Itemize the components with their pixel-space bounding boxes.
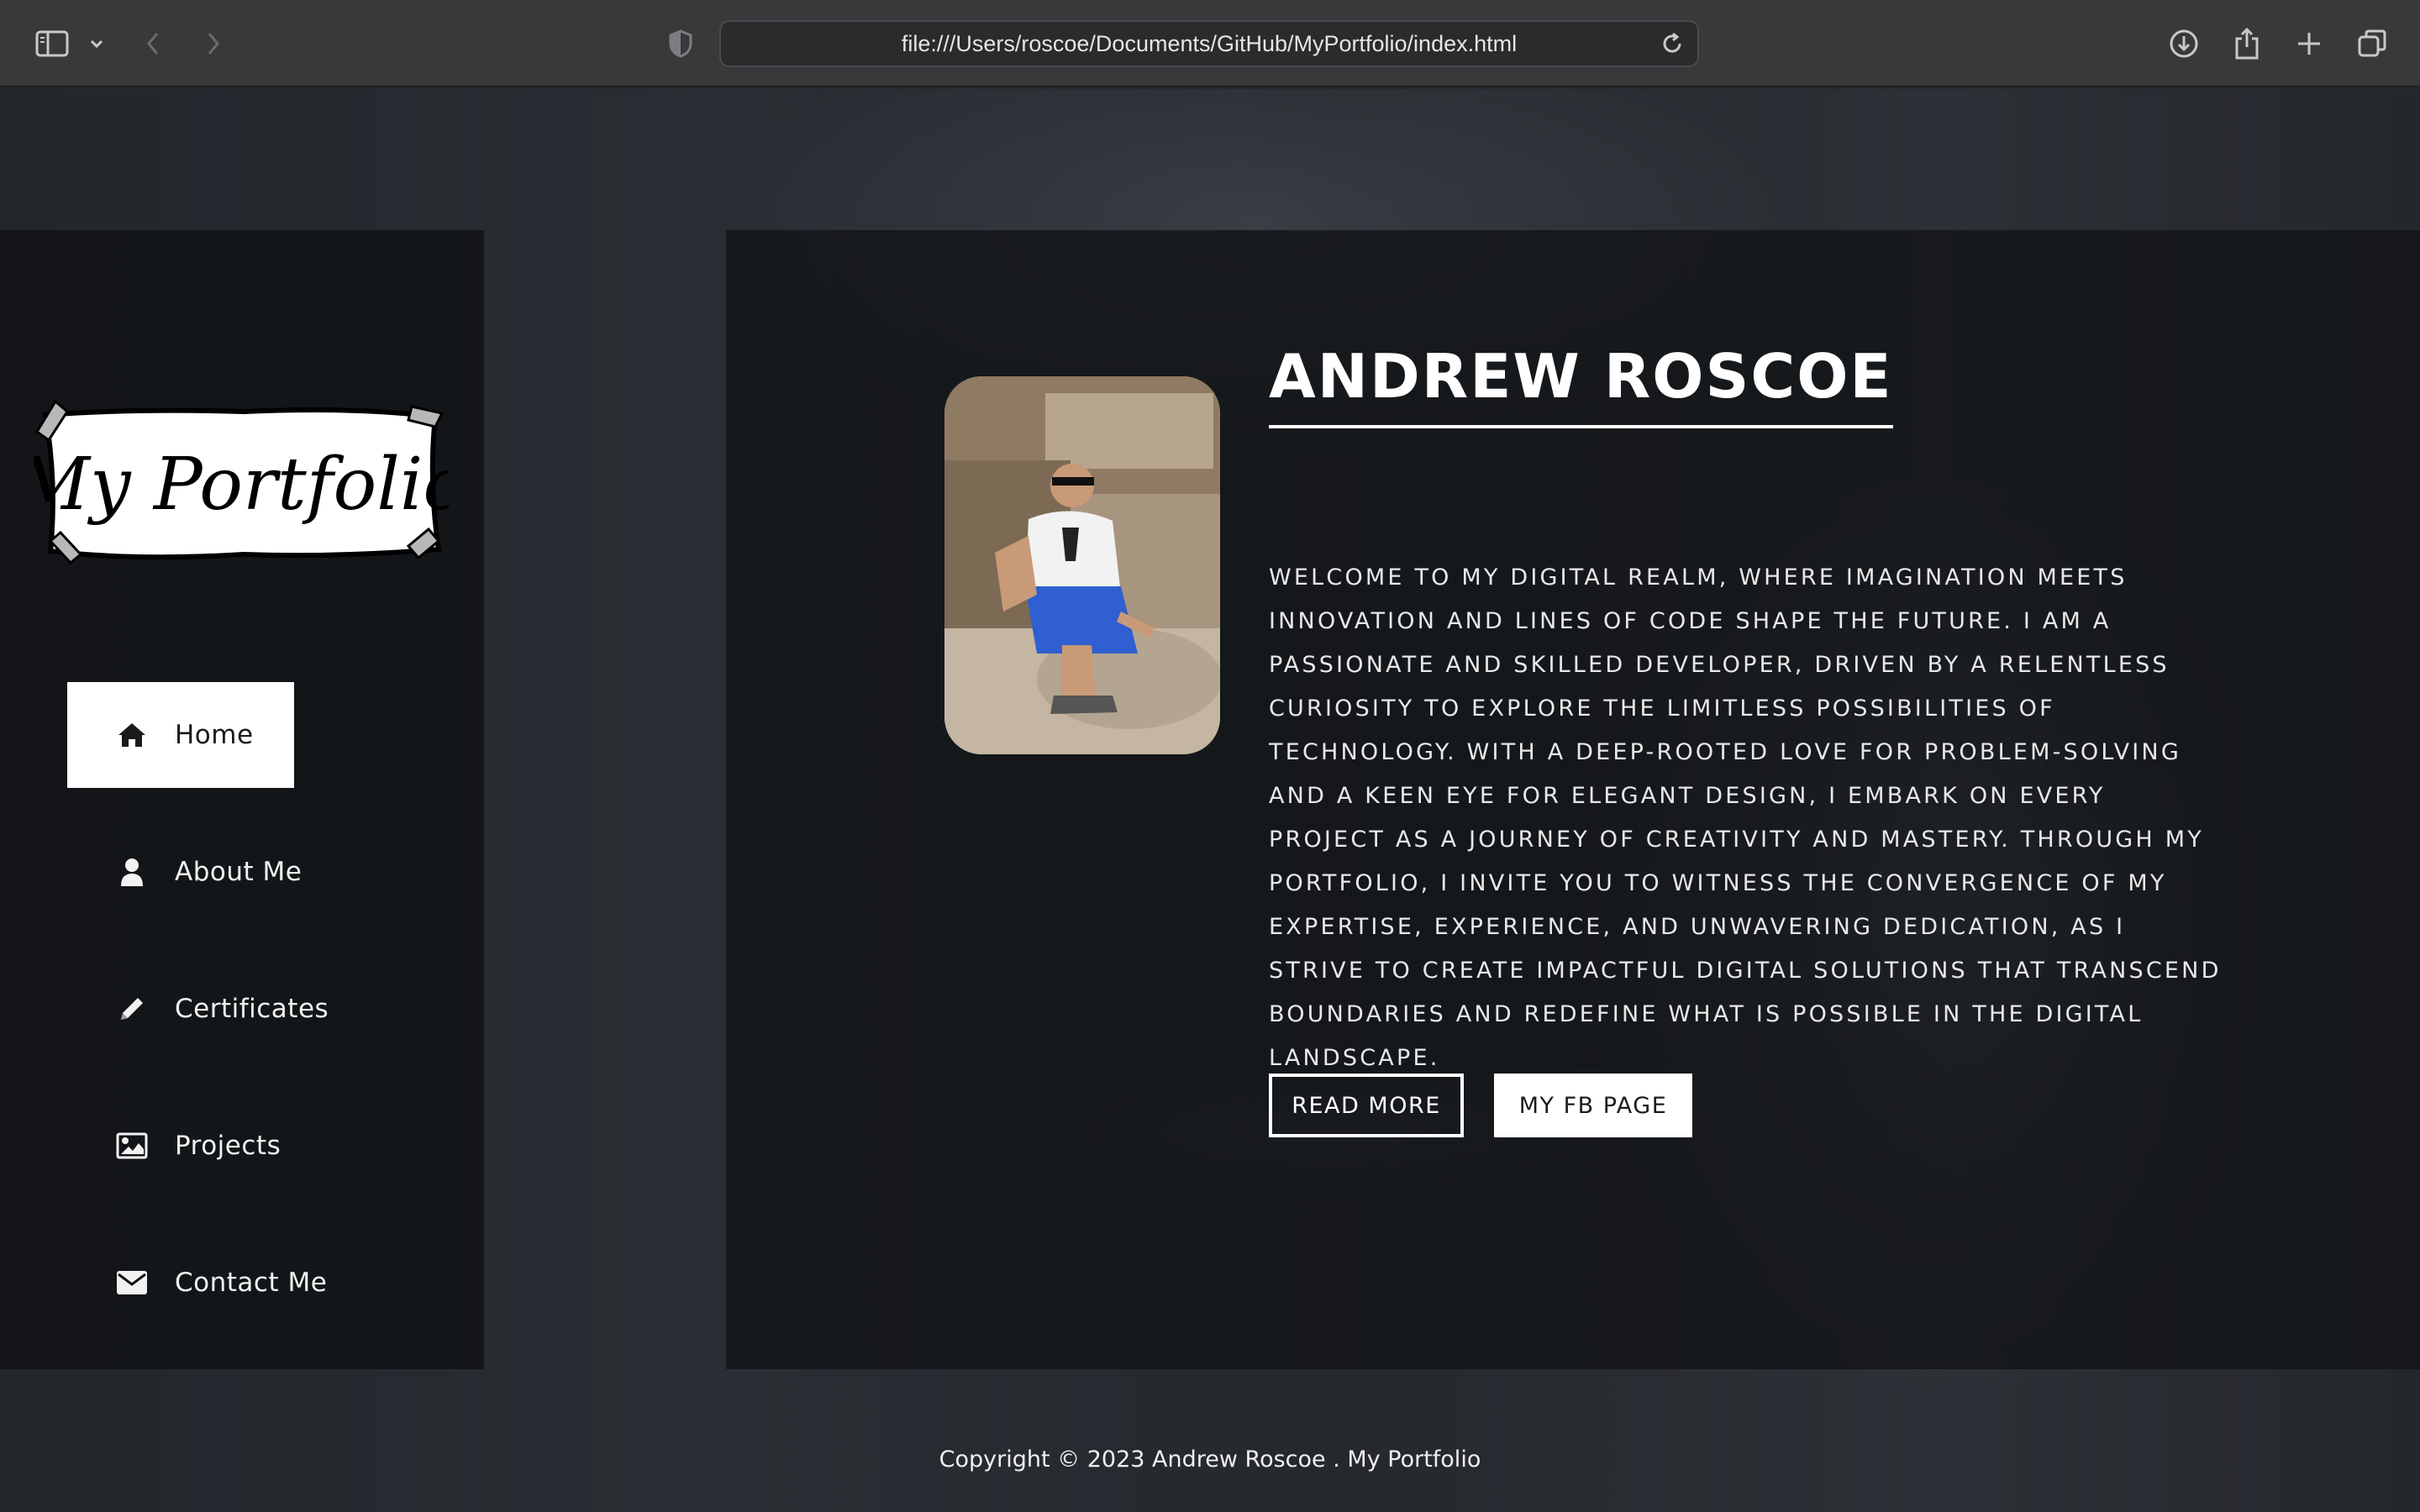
profile-photo bbox=[944, 376, 1220, 754]
tab-overview-icon[interactable] bbox=[2354, 0, 2390, 87]
new-tab-plus-icon[interactable] bbox=[2292, 0, 2326, 87]
nav-item-label: About Me bbox=[175, 857, 302, 887]
chevron-down-icon[interactable] bbox=[84, 0, 109, 87]
sidebar-toggle-icon[interactable] bbox=[30, 0, 74, 87]
nav-item-contact-me[interactable]: Contact Me bbox=[67, 1230, 387, 1336]
home-icon bbox=[114, 717, 150, 753]
logo-text: My Portfolio bbox=[34, 443, 449, 527]
page-title: ANDREW ROSCOE bbox=[1269, 341, 1893, 428]
nav-item-projects[interactable]: Projects bbox=[67, 1093, 387, 1199]
nav-item-home[interactable]: Home bbox=[67, 682, 294, 788]
footer-copyright: Copyright © 2023 Andrew Roscoe . My Port… bbox=[939, 1446, 1481, 1473]
privacy-shield-icon[interactable] bbox=[664, 0, 697, 87]
forward-arrow-icon[interactable] bbox=[198, 0, 229, 87]
reload-icon[interactable] bbox=[1659, 30, 1686, 57]
fb-page-button[interactable]: MY FB PAGE bbox=[1494, 1074, 1692, 1137]
read-more-button[interactable]: READ MORE bbox=[1269, 1074, 1464, 1137]
nav-item-label: Home bbox=[175, 720, 254, 750]
pencil-icon bbox=[114, 991, 150, 1026]
page-viewport: My Portfolio Home About Me Certificates bbox=[0, 89, 2420, 1512]
nav-item-certificates[interactable]: Certificates bbox=[67, 956, 387, 1062]
address-bar-url: file:///Users/roscoe/Documents/GitHub/My… bbox=[901, 30, 1518, 56]
nav-item-about-me[interactable]: About Me bbox=[67, 819, 387, 925]
envelope-icon bbox=[114, 1265, 150, 1300]
image-icon bbox=[114, 1128, 150, 1163]
share-icon[interactable] bbox=[2230, 0, 2264, 87]
nav-item-label: Contact Me bbox=[175, 1268, 328, 1298]
sidebar: My Portfolio Home About Me Certificates bbox=[0, 230, 484, 1369]
nav-item-label: Projects bbox=[175, 1131, 281, 1161]
browser-toolbar: file:///Users/roscoe/Documents/GitHub/My… bbox=[0, 0, 2420, 87]
bio-paragraph: WELCOME TO MY DIGITAL REALM, WHERE IMAGI… bbox=[1269, 564, 2222, 1071]
nav-item-label: Certificates bbox=[175, 994, 329, 1024]
address-bar[interactable]: file:///Users/roscoe/Documents/GitHub/My… bbox=[719, 20, 1699, 67]
site-logo[interactable]: My Portfolio bbox=[14, 398, 466, 566]
download-icon[interactable] bbox=[2166, 0, 2202, 87]
user-icon bbox=[114, 854, 150, 890]
back-arrow-icon[interactable] bbox=[138, 0, 168, 87]
